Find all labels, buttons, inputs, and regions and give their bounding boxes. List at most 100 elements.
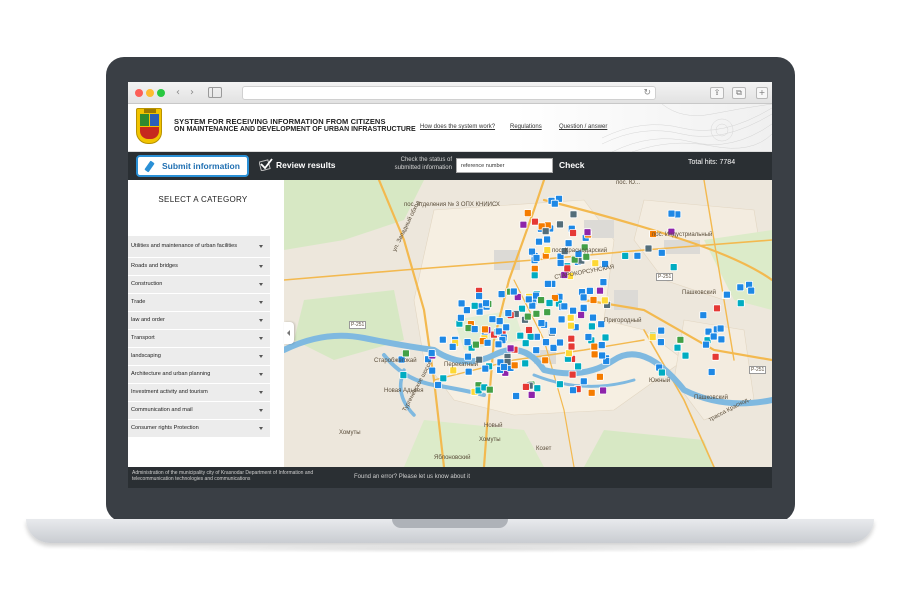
category-item[interactable]: Roads and bridges [128, 258, 270, 276]
incident-marker-icon[interactable] [497, 290, 506, 298]
address-bar[interactable]: ↻ [242, 86, 656, 100]
chevron-down-icon[interactable] [259, 426, 263, 430]
incident-marker-icon[interactable] [535, 237, 543, 246]
incident-marker-icon[interactable] [633, 251, 642, 260]
how-it-works-link[interactable]: How does the system work? [420, 124, 495, 130]
incident-marker-icon[interactable] [463, 338, 472, 347]
incident-marker-icon[interactable] [523, 209, 532, 218]
incident-marker-icon[interactable] [599, 278, 608, 286]
incident-marker-icon[interactable] [470, 325, 479, 334]
zoom-window-button[interactable] [157, 89, 165, 97]
incident-marker-icon[interactable] [555, 380, 564, 389]
minimize-window-button[interactable] [146, 89, 154, 97]
incident-marker-icon[interactable] [556, 259, 565, 267]
incident-marker-icon[interactable] [597, 341, 606, 350]
incident-marker-icon[interactable] [482, 299, 491, 308]
incident-marker-icon[interactable] [483, 338, 492, 347]
incident-marker-icon[interactable] [709, 332, 718, 341]
incident-marker-icon[interactable] [475, 292, 484, 300]
incident-marker-icon[interactable] [434, 381, 443, 389]
incident-marker-icon[interactable] [644, 244, 653, 253]
incident-marker-icon[interactable] [569, 229, 578, 237]
incident-marker-icon[interactable] [533, 384, 542, 393]
category-item[interactable]: law and order [128, 312, 270, 330]
incident-marker-icon[interactable] [402, 349, 410, 358]
incident-marker-icon[interactable] [471, 340, 480, 349]
chevron-down-icon[interactable] [259, 318, 263, 322]
incident-marker-icon[interactable] [532, 346, 541, 355]
collapse-panel-toggle[interactable] [284, 322, 294, 344]
incident-marker-icon[interactable] [560, 302, 569, 311]
chevron-down-icon[interactable] [259, 244, 263, 248]
incident-marker-icon[interactable] [568, 370, 577, 379]
chevron-down-icon[interactable] [259, 300, 263, 304]
incident-marker-icon[interactable] [707, 368, 716, 376]
chevron-down-icon[interactable] [259, 282, 263, 286]
forward-icon[interactable]: › [186, 87, 198, 99]
incident-marker-icon[interactable] [543, 246, 552, 254]
chevron-down-icon[interactable] [259, 354, 263, 358]
incident-marker-icon[interactable] [736, 299, 745, 308]
incident-marker-icon[interactable] [525, 326, 533, 334]
krasnodar-emblem-logo[interactable] [136, 108, 162, 144]
incident-marker-icon[interactable] [587, 322, 596, 331]
incident-marker-icon[interactable] [584, 333, 593, 341]
incident-marker-icon[interactable] [585, 287, 594, 295]
incident-marker-icon[interactable] [462, 306, 471, 314]
incident-marker-icon[interactable] [530, 271, 539, 280]
incident-marker-icon[interactable] [528, 247, 536, 256]
category-item[interactable]: Consumer rights Protection [128, 420, 270, 438]
incident-marker-icon[interactable] [524, 295, 533, 304]
incident-marker-icon[interactable] [494, 340, 503, 349]
incident-marker-icon[interactable] [673, 343, 682, 352]
review-results-button[interactable]: Review results [276, 160, 336, 170]
incident-marker-icon[interactable] [566, 313, 575, 322]
incident-marker-icon[interactable] [542, 338, 550, 347]
incident-marker-icon[interactable] [589, 313, 597, 322]
chevron-down-icon[interactable] [259, 264, 263, 268]
incident-marker-icon[interactable] [621, 252, 630, 260]
incident-marker-icon[interactable] [567, 342, 576, 351]
incident-marker-icon[interactable] [457, 299, 466, 308]
incident-marker-icon[interactable] [481, 364, 490, 373]
incident-marker-icon[interactable] [512, 392, 521, 400]
incident-marker-icon[interactable] [600, 296, 609, 305]
incident-marker-icon[interactable] [448, 342, 457, 351]
incident-marker-icon[interactable] [485, 385, 494, 394]
incident-marker-icon[interactable] [569, 386, 577, 395]
incident-marker-icon[interactable] [564, 349, 573, 358]
incident-marker-icon[interactable] [669, 263, 678, 271]
check-button[interactable]: Check [559, 160, 585, 170]
incident-marker-icon[interactable] [699, 311, 708, 320]
close-window-button[interactable] [135, 89, 143, 97]
question-answer-link[interactable]: Question / answer [559, 124, 607, 130]
chevron-down-icon[interactable] [259, 390, 263, 394]
incident-marker-icon[interactable] [399, 371, 408, 380]
incident-marker-icon[interactable] [509, 287, 518, 296]
incident-marker-icon[interactable] [556, 338, 564, 347]
incident-marker-icon[interactable] [516, 331, 525, 340]
incident-marker-icon[interactable] [438, 335, 447, 344]
incident-marker-icon[interactable] [702, 340, 710, 349]
incident-marker-icon[interactable] [656, 338, 665, 347]
incident-marker-icon[interactable] [456, 313, 465, 322]
incident-marker-icon[interactable] [595, 372, 604, 381]
incident-marker-icon[interactable] [495, 317, 504, 326]
incident-marker-icon[interactable] [569, 306, 578, 315]
incident-marker-icon[interactable] [488, 315, 497, 324]
category-item[interactable]: Utilities and maintenance of urban facil… [128, 236, 270, 258]
incident-marker-icon[interactable] [657, 248, 666, 257]
incident-marker-icon[interactable] [713, 304, 721, 313]
category-item[interactable]: Investment activity and tourism [128, 384, 270, 402]
incident-marker-icon[interactable] [537, 296, 546, 304]
incident-marker-icon[interactable] [567, 334, 576, 343]
incident-marker-icon[interactable] [481, 325, 489, 334]
incident-marker-icon[interactable] [582, 252, 591, 261]
chevron-down-icon[interactable] [259, 408, 263, 412]
incident-marker-icon[interactable] [722, 290, 731, 299]
incident-marker-icon[interactable] [566, 321, 575, 330]
incident-marker-icon[interactable] [532, 309, 541, 318]
incident-marker-icon[interactable] [579, 304, 588, 312]
incident-marker-icon[interactable] [502, 323, 511, 332]
incident-marker-icon[interactable] [523, 312, 532, 321]
